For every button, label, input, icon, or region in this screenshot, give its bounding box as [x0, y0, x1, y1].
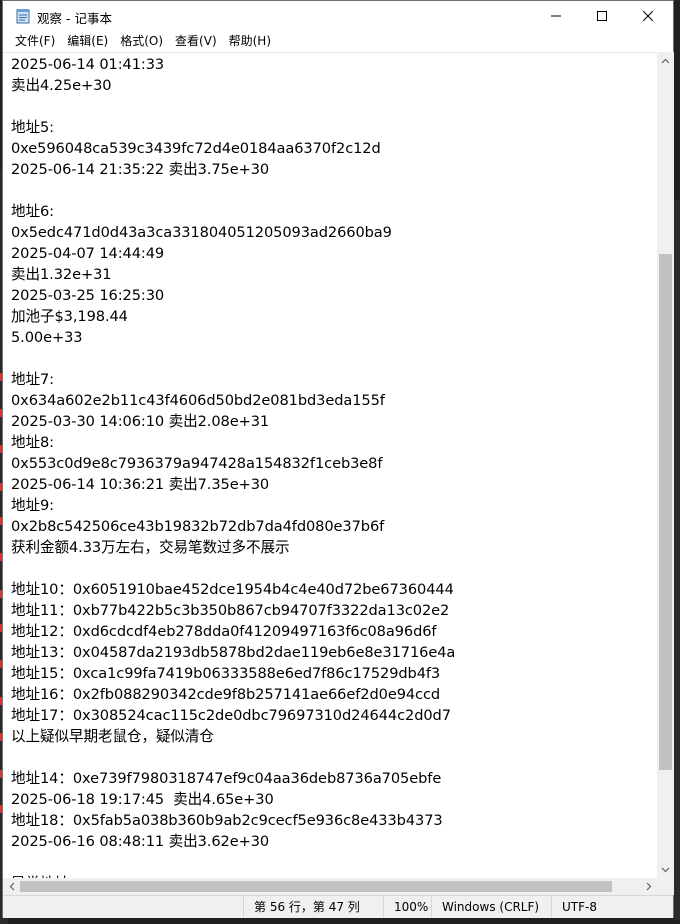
menu-view[interactable]: 查看(V) [169, 31, 223, 51]
text-line: 地址11：0xb77b422b5c3b350b867cb94707f3322da… [11, 602, 450, 619]
horizontal-scrollbar[interactable] [3, 878, 657, 895]
scroll-right-button[interactable] [640, 878, 657, 895]
text-line: 地址6: [11, 203, 54, 220]
scrollbar-corner [657, 878, 674, 895]
horizontal-scroll-thumb[interactable] [20, 881, 612, 892]
chevron-down-icon [661, 867, 670, 872]
text-line: 0x553c0d9e8c7936379a947428a154832f1ceb3e… [11, 455, 383, 472]
menu-help[interactable]: 帮助(H) [223, 31, 277, 51]
close-button[interactable] [625, 1, 671, 31]
text-line: 0x634a602e2b11c43f4606d50bd2e081bd3eda15… [11, 392, 385, 409]
desktop-edge-right [674, 200, 680, 920]
text-line: 地址17：0x308524cac115c2de0dbc79697310d2464… [11, 707, 451, 724]
text-line: 2025-06-14 21:35:22 卖出3.75e+30 [11, 161, 270, 178]
text-line: 地址18：0x5fab5a038b360b9ab2c9cecf5e936c8e4… [11, 812, 443, 829]
minimize-button[interactable] [533, 1, 579, 31]
text-line [11, 96, 455, 117]
text-line: 卖出4.25e+30 [11, 77, 112, 94]
vertical-scrollbar[interactable] [657, 52, 674, 878]
text-line: 地址8: [11, 434, 54, 451]
close-icon [642, 10, 654, 22]
menu-format[interactable]: 格式(O) [114, 31, 169, 51]
text-line: 2025-06-16 08:48:11 卖出3.62e+30 [11, 833, 270, 850]
text-line: 地址12：0xd6cdcdf4eb278dda0f41209497163f6c0… [11, 623, 437, 640]
text-line: 卖出1.32e+31 [11, 266, 112, 283]
vertical-scroll-thumb[interactable] [659, 254, 672, 770]
window-title: 观察 - 记事本 [37, 11, 112, 26]
text-line: 0xe596048ca539c3439fc72d4e0184aa6370f2c1… [11, 140, 381, 157]
text-line: 获利金额4.33万左右，交易笔数过多不展示 [11, 539, 290, 556]
text-line: 地址14：0xe739f7980318747ef9c04aa36deb8736a… [11, 770, 442, 787]
text-line [11, 558, 455, 579]
title-bar[interactable]: 观察 - 记事本 [3, 1, 673, 31]
maximize-icon [597, 11, 607, 21]
minimize-icon [551, 15, 561, 17]
text-line: 2025-06-14 10:36:21 卖出7.35e+30 [11, 476, 270, 493]
text-line: 0x2b8c542506ce43b19832b72db7da4fd080e37b… [11, 518, 385, 535]
chevron-up-icon [661, 58, 670, 63]
cursor-position: 第 56 行，第 47 列 [243, 896, 383, 918]
text-line: 2025-03-25 16:25:30 [11, 287, 165, 304]
text-line: 0x5edc471d0d43a3ca331804051205093ad2660b… [11, 224, 392, 241]
text-line: 地址9: [11, 497, 54, 514]
status-bar: 第 56 行，第 47 列 100% Windows (CRLF) UTF-8 [3, 895, 673, 918]
text-line: 以上疑似早期老鼠仓，疑似清仓 [11, 728, 214, 745]
text-line: 地址13：0x04587da2193db5878bd2dae119eb6e8e3… [11, 644, 456, 661]
text-line [11, 852, 455, 873]
chevron-right-icon [646, 882, 651, 891]
maximize-button[interactable] [579, 1, 625, 31]
text-editor[interactable]: 2025-06-14 01:41:33 卖出4.25e+30 地址5: 0xe5960… [3, 52, 657, 878]
text-line: 加池子$3,198.44 [11, 308, 128, 325]
chevron-left-icon [9, 882, 14, 891]
menu-edit[interactable]: 编辑(E) [61, 31, 114, 51]
text-line: 地址16：0x2fb088290342cde9f8b257141ae66ef2d… [11, 686, 441, 703]
notepad-window: 观察 - 记事本 文件(F) 编辑(E) 格式(O) 查看(V) 帮助(H) 2… [2, 0, 674, 918]
text-line [11, 348, 455, 369]
menu-file[interactable]: 文件(F) [9, 31, 61, 51]
line-ending: Windows (CRLF) [431, 896, 551, 918]
encoding: UTF-8 [551, 896, 674, 918]
menu-bar: 文件(F) 编辑(E) 格式(O) 查看(V) 帮助(H) [3, 31, 673, 51]
text-line: 地址10：0x6051910bae452dce1954b4c4e40d72be6… [11, 581, 454, 598]
text-line: 地址15：0xca1c99fa7419b06333588e6ed7f86c175… [11, 665, 441, 682]
text-line: 2025-03-30 14:06:10 卖出2.08e+31 [11, 413, 270, 430]
text-line: 地址7: [11, 371, 54, 388]
text-line [11, 747, 455, 768]
text-content: 2025-06-14 01:41:33 卖出4.25e+30 地址5: 0xe5960… [11, 54, 455, 878]
scroll-up-button[interactable] [657, 52, 674, 69]
scroll-down-button[interactable] [657, 861, 674, 878]
scroll-left-button[interactable] [3, 878, 20, 895]
text-line: 2025-04-07 14:44:49 [11, 245, 165, 262]
notepad-icon [16, 9, 30, 24]
text-line: 5.00e+33 [11, 329, 83, 346]
text-line: 2025-06-18 19:17:45 卖出4.65e+30 [11, 791, 274, 808]
text-line: 2025-06-14 01:41:33 [11, 56, 165, 73]
text-line [11, 180, 455, 201]
zoom-level: 100% [383, 896, 431, 918]
text-line: 地址5: [11, 119, 54, 136]
